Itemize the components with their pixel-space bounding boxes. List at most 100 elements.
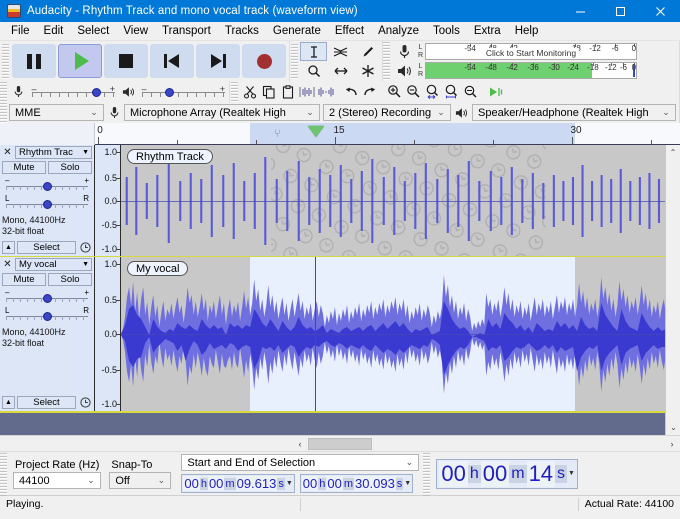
minimize-button[interactable] [560,0,600,22]
playback-volume-slider[interactable]: – + [141,84,225,99]
recording-volume-knob[interactable] [91,87,101,97]
pinned-play-head-icon[interactable] [308,126,324,137]
scroll-down-button[interactable]: ⌄ [666,420,680,435]
recording-channels-select[interactable]: 2 (Stereo) Recording Chann ⌄ [323,104,451,121]
recording-meter-face[interactable]: -54 -48 -42 -18 -12 -6 0 Click to Start … [425,43,637,60]
end-time-spinner-icon[interactable]: ▼ [403,480,411,487]
transport-toolbar-grip[interactable] [2,43,9,79]
collapse-track-button[interactable]: ▲ [2,241,15,254]
select-track-button[interactable]: Select [17,396,76,409]
mixer-toolbar-grip[interactable] [0,81,7,102]
track-rhythm-track[interactable]: ✕ Rhythm Trac ▼ Mute Solo – + L R Mono, … [0,145,680,257]
gain-slider-knob[interactable] [43,182,52,191]
pan-slider-knob[interactable] [43,200,52,209]
track-control-panel-rhythm-track[interactable]: ✕ Rhythm Trac ▼ Mute Solo – + L R Mono, … [0,145,95,256]
loop-region-marker-icon[interactable]: ⑂ [274,128,281,140]
zoom-tool-button[interactable] [300,61,327,80]
track-title-dropdown[interactable]: My vocal ▼ [15,258,92,271]
start-monitoring-prompt[interactable]: Click to Start Monitoring [482,48,580,58]
close-track-button[interactable]: ✕ [2,259,13,270]
pan-slider-knob[interactable] [43,312,52,321]
solo-button[interactable]: Solo [48,273,92,286]
zoom-toggle-button[interactable] [461,82,480,101]
clip-title-rhythm-track[interactable]: Rhythm Track [127,149,213,164]
maximize-button[interactable] [600,0,640,22]
undo-button[interactable] [341,82,360,101]
zoom-out-button[interactable] [404,82,423,101]
gain-slider[interactable]: – + [2,176,92,192]
recording-device-select[interactable]: Microphone Array (Realtek High ⌄ [124,104,320,121]
pan-slider[interactable]: L R [2,306,92,322]
selection-toolbar-grip[interactable] [0,452,7,496]
playback-meter-toolbar[interactable]: L R -54 -48 -42 -36 -30 -24 -18 -12 -6 0 [392,61,679,80]
fit-project-to-width-button[interactable] [442,82,461,101]
menu-transport[interactable]: Transport [155,23,218,39]
timeline-ruler[interactable]: 0 15 30 ⑂ [0,123,680,145]
menu-effect[interactable]: Effect [328,23,371,39]
selection-start-time-field[interactable]: 00 h 00 m 09.613 s ▼ [181,474,295,493]
mute-button[interactable]: Mute [2,273,46,286]
audio-position-spinner-icon[interactable]: ▼ [567,470,575,477]
playback-volume-knob[interactable] [164,87,174,97]
track-title-dropdown[interactable]: Rhythm Trac ▼ [15,146,92,159]
vertical-ruler-my-vocal[interactable]: 1.0 0.5 0.0 -0.5 -1.0 [95,257,121,411]
stop-button[interactable] [104,44,148,78]
project-rate-select[interactable]: 44100 ⌄ [13,472,101,489]
recording-meter-toolbar[interactable]: L R -54 -48 -42 -18 -12 -6 0 C [392,42,679,61]
horizontal-scroll-thumb[interactable] [308,437,372,450]
redo-button[interactable] [360,82,379,101]
time-shift-tool-button[interactable] [327,61,354,80]
collapse-track-button[interactable]: ▲ [2,396,15,409]
start-time-spinner-icon[interactable]: ▼ [285,480,293,487]
waveform-rhythm-track[interactable]: Rhythm Track [121,145,680,256]
vertical-scrollbar[interactable]: ⌃ ⌄ [665,145,680,435]
play-at-speed-button[interactable] [486,82,505,101]
trim-audio-button[interactable] [297,82,316,101]
close-button[interactable] [640,0,680,22]
selection-tool-button[interactable] [300,42,327,61]
select-track-button[interactable]: Select [17,241,76,254]
scroll-left-button[interactable]: ‹ [292,439,308,449]
record-button[interactable] [242,44,286,78]
menu-select[interactable]: Select [70,23,116,39]
skip-to-end-button[interactable] [196,44,240,78]
selection-mode-select[interactable]: Start and End of Selection ⌄ [181,454,420,471]
gain-slider[interactable]: – + [2,288,92,304]
paste-button[interactable] [278,82,297,101]
waveform-my-vocal[interactable]: My vocal [121,257,680,411]
close-track-button[interactable]: ✕ [2,147,13,158]
playback-meter-face[interactable]: -54 -48 -42 -36 -30 -24 -18 -12 -6 0 [425,62,637,79]
tools-toolbar-grip[interactable] [291,43,298,79]
fit-selection-to-width-button[interactable] [423,82,442,101]
recording-volume-slider[interactable]: – + [31,84,115,99]
menu-extra[interactable]: Extra [467,23,508,39]
menu-view[interactable]: View [116,23,155,39]
time-toolbar-grip[interactable] [423,452,431,496]
selection-end-time-field[interactable]: 00 h 00 m 30.093 s ▼ [299,474,414,493]
device-toolbar-grip[interactable] [0,102,7,123]
menu-file[interactable]: File [4,23,37,39]
multi-tool-button[interactable] [354,61,381,80]
envelope-tool-button[interactable] [327,42,354,61]
menu-tools[interactable]: Tools [426,23,467,39]
zoom-in-button[interactable] [385,82,404,101]
recording-meter-grip[interactable] [383,41,390,81]
scroll-up-button[interactable]: ⌃ [666,145,680,160]
scroll-right-button[interactable]: › [664,439,680,449]
clip-title-my-vocal[interactable]: My vocal [127,261,189,276]
menu-tracks[interactable]: Tracks [218,23,266,39]
playback-device-select[interactable]: Speaker/Headphone (Realtek High ⌄ [472,104,676,121]
pause-button[interactable] [12,44,56,78]
edit-toolbar-grip[interactable] [231,81,238,102]
skip-to-start-button[interactable] [150,44,194,78]
vertical-ruler-rhythm-track[interactable]: 1.0 0.5 0.0 -0.5 -1.0 [95,145,121,256]
mute-button[interactable]: Mute [2,161,46,174]
cut-button[interactable] [240,82,259,101]
track-control-panel-my-vocal[interactable]: ✕ My vocal ▼ Mute Solo – + L R Mono, 441… [0,257,95,411]
copy-button[interactable] [259,82,278,101]
silence-audio-button[interactable] [316,82,335,101]
draw-tool-button[interactable] [354,42,381,61]
gain-slider-knob[interactable] [43,294,52,303]
menu-help[interactable]: Help [508,23,546,39]
snap-to-select[interactable]: Off ⌄ [109,472,172,489]
